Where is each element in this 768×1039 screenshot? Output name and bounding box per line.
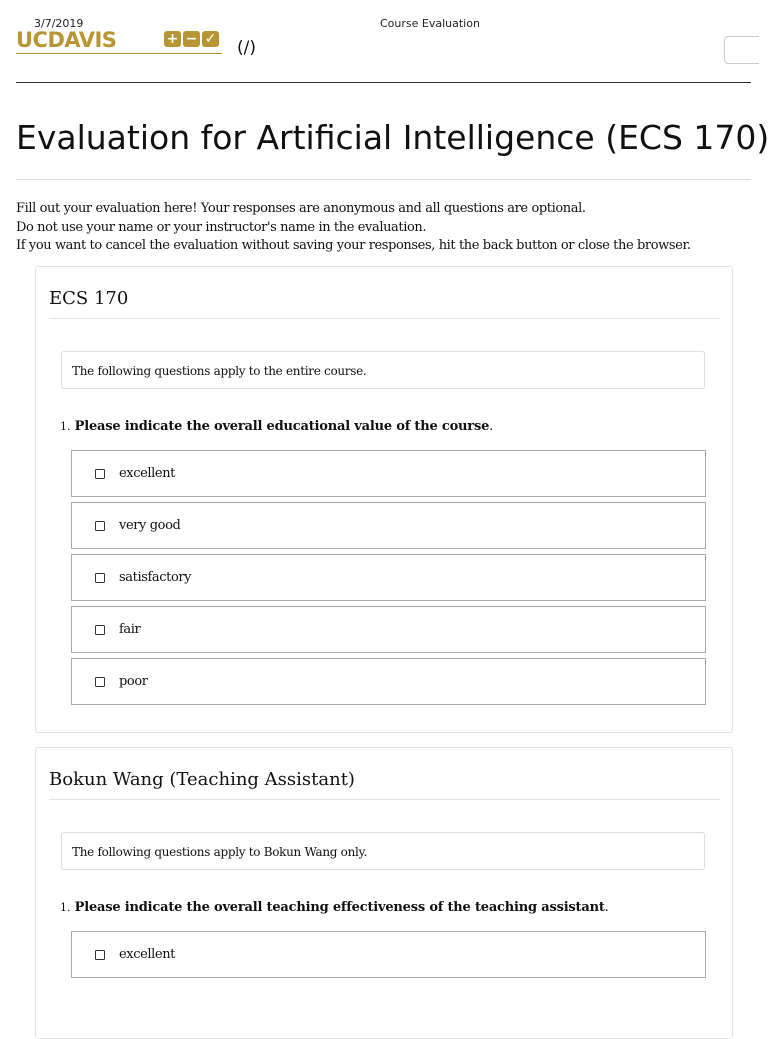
option-fair[interactable]: fair: [71, 606, 706, 653]
checkbox[interactable]: [95, 676, 105, 687]
question: 1. Please indicate the overall education…: [60, 418, 493, 436]
print-title: Course Evaluation: [380, 17, 480, 30]
option-label: poor: [119, 674, 148, 689]
checkbox[interactable]: [95, 572, 105, 583]
logo-icons: + − ✓: [164, 31, 219, 47]
option-label: satisfactory: [119, 570, 192, 585]
ta-section-panel: Bokun Wang (Teaching Assistant) The foll…: [35, 747, 733, 1039]
course-section-panel: ECS 170 The following questions apply to…: [35, 266, 733, 733]
section-note: The following questions apply to Bokun W…: [61, 832, 705, 870]
home-link[interactable]: (/): [237, 38, 256, 58]
section-heading: ECS 170: [49, 285, 720, 319]
option-poor[interactable]: poor: [71, 658, 706, 705]
question-text: Please indicate the overall educational …: [74, 419, 490, 434]
question-suffix: .: [604, 900, 609, 915]
intro-line: If you want to cancel the evaluation wit…: [16, 238, 691, 253]
option-label: very good: [119, 518, 181, 533]
checkbox[interactable]: [95, 520, 105, 531]
option-very-good[interactable]: very good: [71, 502, 706, 549]
plus-icon: +: [164, 31, 181, 47]
option-excellent[interactable]: excellent: [71, 450, 706, 497]
intro-text: Fill out your evaluation here! Your resp…: [16, 200, 756, 256]
question-suffix: .: [489, 419, 494, 434]
menu-toggle-button[interactable]: [724, 36, 759, 64]
option-satisfactory[interactable]: satisfactory: [71, 554, 706, 601]
question: 1. Please indicate the overall teaching …: [60, 899, 609, 917]
ucdavis-logo[interactable]: UCDAVIS + − ✓: [16, 28, 222, 54]
question-text: Please indicate the overall teaching eff…: [74, 900, 605, 915]
page-title: Evaluation for Artificial Intelligence (…: [16, 118, 768, 157]
option-label: excellent: [119, 947, 176, 962]
header-divider: [16, 82, 751, 83]
option-label: fair: [119, 622, 141, 637]
checkbox[interactable]: [95, 949, 105, 960]
option-label: excellent: [119, 466, 176, 481]
check-icon: ✓: [202, 31, 219, 47]
option-excellent[interactable]: excellent: [71, 931, 706, 978]
section-note: The following questions apply to the ent…: [61, 351, 705, 389]
title-divider: [16, 179, 751, 180]
intro-line: Do not use your name or your instructor'…: [16, 219, 427, 235]
question-number: 1.: [60, 901, 71, 914]
logo-text: UCDAVIS: [16, 28, 117, 52]
checkbox[interactable]: [95, 624, 105, 635]
logo-underline: [16, 53, 222, 54]
checkbox[interactable]: [95, 468, 105, 479]
section-heading: Bokun Wang (Teaching Assistant): [49, 766, 720, 800]
question-number: 1.: [60, 420, 71, 433]
minus-icon: −: [183, 31, 200, 47]
intro-line: Fill out your evaluation here! Your resp…: [16, 201, 586, 216]
